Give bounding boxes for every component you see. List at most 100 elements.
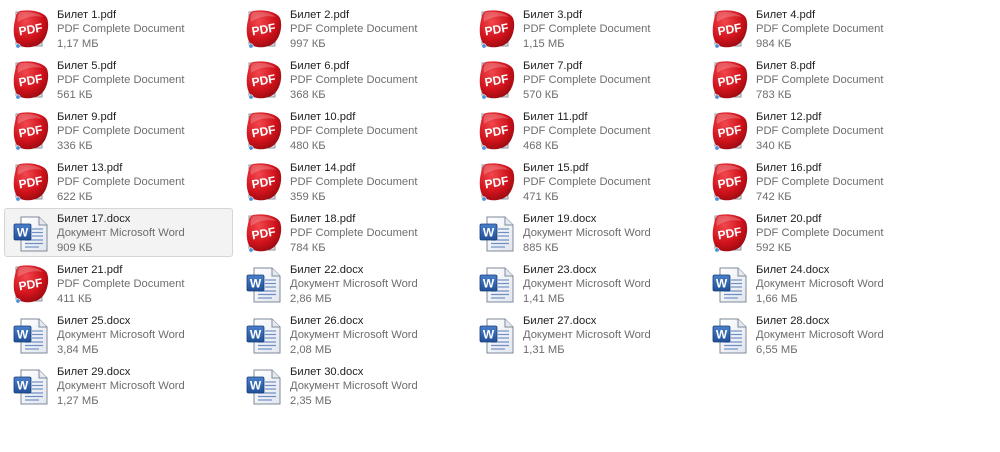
file-size: 2,86 МБ xyxy=(290,292,332,305)
svg-text:W: W xyxy=(250,277,262,291)
file-tile[interactable]: PDF Билет 11.pdf PDF Complete Document 4… xyxy=(470,106,699,155)
file-tile[interactable]: W Билет 27.docx Документ Microsoft Word … xyxy=(470,310,699,359)
file-tile[interactable]: PDF Билет 2.pdf PDF Complete Document 99… xyxy=(237,4,466,53)
file-size: 570 КБ xyxy=(523,88,559,101)
pdf-icon: PDF xyxy=(244,110,284,152)
file-size: 336 КБ xyxy=(57,139,93,152)
file-name: Билет 22.docx xyxy=(290,264,364,276)
file-size: 368 КБ xyxy=(290,88,326,101)
file-tile[interactable]: PDF Билет 15.pdf PDF Complete Document 4… xyxy=(470,157,699,206)
file-size: 2,08 МБ xyxy=(290,343,332,356)
file-size: 1,15 МБ xyxy=(523,37,565,50)
file-info: Билет 1.pdf PDF Complete Document 1,17 М… xyxy=(57,8,184,51)
file-type: PDF Complete Document xyxy=(290,74,418,87)
file-name: Билет 2.pdf xyxy=(290,9,350,21)
file-size: 6,55 МБ xyxy=(756,343,798,356)
file-info: Билет 19.docx Документ Microsoft Word 88… xyxy=(523,212,651,255)
file-name: Билет 1.pdf xyxy=(57,9,117,21)
file-info: Билет 14.pdf PDF Complete Document 359 К… xyxy=(290,161,417,204)
file-info: Билет 20.pdf PDF Complete Document 592 К… xyxy=(756,212,883,255)
file-size: 340 КБ xyxy=(756,139,792,152)
file-tile[interactable]: PDF Билет 6.pdf PDF Complete Document 36… xyxy=(237,55,466,104)
file-tile[interactable]: PDF Билет 4.pdf PDF Complete Document 98… xyxy=(703,4,932,53)
file-info: Билет 3.pdf PDF Complete Document 1,15 М… xyxy=(523,8,650,51)
word-document-icon: W xyxy=(244,263,284,305)
pdf-icon: PDF xyxy=(710,110,750,152)
file-info: Билет 23.docx Документ Microsoft Word 1,… xyxy=(523,263,651,306)
file-tile[interactable]: W Билет 29.docx Документ Microsoft Word … xyxy=(4,361,233,410)
file-name: Билет 15.pdf xyxy=(523,162,589,174)
file-tile[interactable]: PDF Билет 14.pdf PDF Complete Document 3… xyxy=(237,157,466,206)
file-info: Билет 17.docx Документ Microsoft Word 90… xyxy=(57,212,185,255)
file-tile[interactable]: PDF Билет 8.pdf PDF Complete Document 78… xyxy=(703,55,932,104)
file-tile[interactable]: W Билет 23.docx Документ Microsoft Word … xyxy=(470,259,699,308)
file-tile[interactable]: PDF Билет 20.pdf PDF Complete Document 5… xyxy=(703,208,932,257)
file-tile[interactable]: PDF Билет 3.pdf PDF Complete Document 1,… xyxy=(470,4,699,53)
file-info: Билет 15.pdf PDF Complete Document 471 К… xyxy=(523,161,650,204)
file-info: Билет 25.docx Документ Microsoft Word 3,… xyxy=(57,314,185,357)
file-name: Билет 16.pdf xyxy=(756,162,822,174)
file-tile[interactable]: PDF Билет 10.pdf PDF Complete Document 4… xyxy=(237,106,466,155)
file-tile[interactable]: W Билет 24.docx Документ Microsoft Word … xyxy=(703,259,932,308)
file-name: Билет 11.pdf xyxy=(523,111,588,123)
file-type: PDF Complete Document xyxy=(290,176,418,189)
file-type: PDF Complete Document xyxy=(290,23,418,36)
file-size: 3,84 МБ xyxy=(57,343,99,356)
file-tile[interactable]: PDF Билет 12.pdf PDF Complete Document 3… xyxy=(703,106,932,155)
file-info: Билет 28.docx Документ Microsoft Word 6,… xyxy=(756,314,884,357)
file-tile[interactable]: PDF Билет 21.pdf PDF Complete Document 4… xyxy=(4,259,233,308)
file-type: PDF Complete Document xyxy=(290,125,418,138)
file-name: Билет 29.docx xyxy=(57,366,131,378)
file-tile[interactable]: PDF Билет 5.pdf PDF Complete Document 56… xyxy=(4,55,233,104)
file-info: Билет 4.pdf PDF Complete Document 984 КБ xyxy=(756,8,883,51)
file-info: Билет 29.docx Документ Microsoft Word 1,… xyxy=(57,365,185,408)
file-size: 1,17 МБ xyxy=(57,37,99,50)
file-tile[interactable]: W Билет 25.docx Документ Microsoft Word … xyxy=(4,310,233,359)
file-type: PDF Complete Document xyxy=(756,227,884,240)
file-tile[interactable]: W Билет 19.docx Документ Microsoft Word … xyxy=(470,208,699,257)
file-name: Билет 23.docx xyxy=(523,264,597,276)
file-size: 997 КБ xyxy=(290,37,326,50)
file-name: Билет 14.pdf xyxy=(290,162,356,174)
file-info: Билет 22.docx Документ Microsoft Word 2,… xyxy=(290,263,418,306)
svg-text:W: W xyxy=(716,328,728,342)
file-name: Билет 28.docx xyxy=(756,315,830,327)
file-tile[interactable]: W Билет 28.docx Документ Microsoft Word … xyxy=(703,310,932,359)
file-type: PDF Complete Document xyxy=(57,74,185,87)
file-type: Документ Microsoft Word xyxy=(756,278,884,291)
file-size: 909 КБ xyxy=(57,241,93,254)
file-type: Документ Microsoft Word xyxy=(523,329,651,342)
file-name: Билет 4.pdf xyxy=(756,9,816,21)
file-size: 783 КБ xyxy=(756,88,792,101)
file-tile[interactable]: W Билет 26.docx Документ Microsoft Word … xyxy=(237,310,466,359)
file-tile[interactable]: PDF Билет 18.pdf PDF Complete Document 7… xyxy=(237,208,466,257)
word-document-icon: W xyxy=(244,365,284,407)
svg-text:W: W xyxy=(716,277,728,291)
word-document-icon: W xyxy=(11,314,51,356)
file-tile[interactable]: PDF Билет 1.pdf PDF Complete Document 1,… xyxy=(4,4,233,53)
word-document-icon: W xyxy=(477,212,517,254)
file-name: Билет 21.pdf xyxy=(57,264,123,276)
file-type: PDF Complete Document xyxy=(57,23,185,36)
file-info: Билет 27.docx Документ Microsoft Word 1,… xyxy=(523,314,651,357)
file-type: PDF Complete Document xyxy=(523,74,651,87)
file-type: Документ Microsoft Word xyxy=(290,278,418,291)
file-info: Билет 26.docx Документ Microsoft Word 2,… xyxy=(290,314,418,357)
pdf-icon: PDF xyxy=(477,59,517,101)
file-info: Билет 8.pdf PDF Complete Document 783 КБ xyxy=(756,59,883,102)
file-name: Билет 24.docx xyxy=(756,264,830,276)
file-name: Билет 7.pdf xyxy=(523,60,583,72)
file-type: Документ Microsoft Word xyxy=(523,227,651,240)
svg-text:W: W xyxy=(17,328,29,342)
svg-text:W: W xyxy=(483,226,495,240)
svg-text:W: W xyxy=(17,379,29,393)
file-tile[interactable]: W Билет 17.docx Документ Microsoft Word … xyxy=(4,208,233,257)
file-tile[interactable]: W Билет 22.docx Документ Microsoft Word … xyxy=(237,259,466,308)
file-tile[interactable]: PDF Билет 9.pdf PDF Complete Document 33… xyxy=(4,106,233,155)
file-type: PDF Complete Document xyxy=(756,74,884,87)
file-tile[interactable]: PDF Билет 16.pdf PDF Complete Document 7… xyxy=(703,157,932,206)
file-type: PDF Complete Document xyxy=(57,125,185,138)
file-tile[interactable]: W Билет 30.docx Документ Microsoft Word … xyxy=(237,361,466,410)
file-tile[interactable]: PDF Билет 13.pdf PDF Complete Document 6… xyxy=(4,157,233,206)
file-tile[interactable]: PDF Билет 7.pdf PDF Complete Document 57… xyxy=(470,55,699,104)
